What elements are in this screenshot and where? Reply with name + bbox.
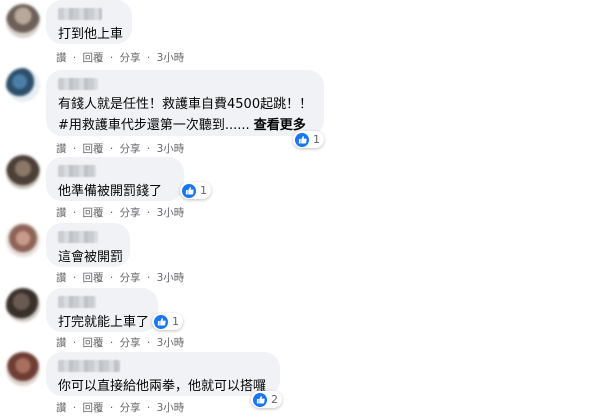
comment-actions: 讚 · 回覆 · 分享 · 3小時 bbox=[56, 335, 187, 350]
timestamp[interactable]: 3小時 bbox=[157, 272, 185, 284]
comment-text: 他準備被開罰錢了 bbox=[58, 184, 163, 199]
comment-text: 這會被開罰 bbox=[58, 250, 124, 265]
share-button[interactable]: 分享 bbox=[120, 52, 141, 64]
share-button[interactable]: 分享 bbox=[120, 207, 141, 219]
timestamp[interactable]: 3小時 bbox=[157, 143, 185, 155]
avatar[interactable] bbox=[6, 223, 40, 257]
separator: · bbox=[146, 402, 151, 414]
comment-text: 打完就能上車了 bbox=[58, 315, 150, 330]
comment-actions: 讚 · 回覆 · 分享 · 3小時 bbox=[56, 141, 187, 156]
like-button[interactable]: 讚 bbox=[56, 207, 67, 219]
comment-bubble: 這會被開罰 bbox=[46, 223, 130, 267]
like-button[interactable]: 讚 bbox=[56, 143, 67, 155]
commenter-name[interactable] bbox=[58, 360, 120, 372]
commenter-name[interactable] bbox=[58, 231, 98, 243]
separator: · bbox=[72, 272, 77, 284]
comment-bubble: 他準備被開罰錢了 bbox=[46, 157, 184, 201]
commenter-name[interactable] bbox=[58, 296, 96, 308]
reply-button[interactable]: 回覆 bbox=[83, 272, 104, 284]
comment-text: 打到他上車 bbox=[58, 27, 124, 42]
comment-text-line2: #用救護車代步還第一次聽到...... 查看更多 bbox=[58, 116, 312, 135]
separator: · bbox=[109, 143, 114, 155]
separator: · bbox=[109, 272, 114, 284]
reaction-count[interactable]: 1 bbox=[152, 313, 183, 330]
avatar[interactable] bbox=[6, 288, 40, 322]
reply-button[interactable]: 回覆 bbox=[83, 337, 104, 349]
comment-actions: 讚 · 回覆 · 分享 · 3小時 bbox=[56, 270, 187, 285]
share-button[interactable]: 分享 bbox=[120, 143, 141, 155]
like-button[interactable]: 讚 bbox=[56, 402, 67, 414]
avatar[interactable] bbox=[6, 352, 40, 386]
comment-actions: 讚 · 回覆 · 分享 · 3小時 bbox=[56, 205, 187, 220]
separator: · bbox=[109, 337, 114, 349]
like-icon bbox=[154, 314, 168, 329]
comment-bubble: 你可以直接給他兩拳，他就可以搭囉 bbox=[46, 352, 280, 396]
comment-bubble: 有錢人就是任性！救護車自費4500起跳！！ #用救護車代步還第一次聽到.....… bbox=[46, 70, 324, 136]
avatar[interactable] bbox=[6, 68, 40, 102]
separator: · bbox=[109, 207, 114, 219]
reply-button[interactable]: 回覆 bbox=[83, 402, 104, 414]
like-icon bbox=[295, 132, 309, 147]
like-icon bbox=[182, 183, 196, 198]
reaction-count[interactable]: 2 bbox=[251, 391, 282, 408]
reaction-count[interactable]: 1 bbox=[293, 131, 324, 148]
like-button[interactable]: 讚 bbox=[56, 337, 67, 349]
separator: · bbox=[72, 52, 77, 64]
commenter-name[interactable] bbox=[58, 8, 102, 20]
separator: · bbox=[146, 272, 151, 284]
share-button[interactable]: 分享 bbox=[120, 272, 141, 284]
reaction-count[interactable]: 1 bbox=[180, 182, 211, 199]
reply-button[interactable]: 回覆 bbox=[83, 207, 104, 219]
reaction-number: 1 bbox=[200, 184, 207, 197]
reply-button[interactable]: 回覆 bbox=[83, 143, 104, 155]
timestamp[interactable]: 3小時 bbox=[157, 337, 185, 349]
separator: · bbox=[72, 207, 77, 219]
like-button[interactable]: 讚 bbox=[56, 52, 67, 64]
timestamp[interactable]: 3小時 bbox=[157, 52, 185, 64]
separator: · bbox=[146, 143, 151, 155]
commenter-name[interactable] bbox=[58, 78, 98, 90]
avatar[interactable] bbox=[6, 4, 40, 38]
reply-button[interactable]: 回覆 bbox=[83, 52, 104, 64]
comment-text: 有錢人就是任性！救護車自費4500起跳！！ bbox=[58, 97, 313, 112]
separator: · bbox=[72, 402, 77, 414]
share-button[interactable]: 分享 bbox=[120, 337, 141, 349]
like-button[interactable]: 讚 bbox=[56, 272, 67, 284]
comment-actions: 讚 · 回覆 · 分享 · 3小時 bbox=[56, 50, 187, 65]
separator: · bbox=[146, 337, 151, 349]
comment-actions: 讚 · 回覆 · 分享 · 3小時 bbox=[56, 400, 187, 415]
separator: · bbox=[146, 52, 151, 64]
reaction-number: 1 bbox=[172, 315, 179, 328]
timestamp[interactable]: 3小時 bbox=[157, 207, 185, 219]
separator: · bbox=[109, 402, 114, 414]
comment-bubble: 打到他上車 bbox=[46, 0, 132, 44]
share-button[interactable]: 分享 bbox=[120, 402, 141, 414]
separator: · bbox=[72, 337, 77, 349]
commenter-name[interactable] bbox=[58, 165, 96, 177]
hashtag-text[interactable]: #用救護車代步還第一次聽到...... bbox=[58, 118, 250, 133]
separator: · bbox=[146, 207, 151, 219]
comment-text: 你可以直接給他兩拳，他就可以搭囉 bbox=[58, 379, 267, 394]
separator: · bbox=[72, 143, 77, 155]
comment-bubble: 打完就能上車了 bbox=[46, 288, 158, 332]
like-icon bbox=[253, 392, 267, 407]
reaction-number: 1 bbox=[313, 133, 320, 146]
timestamp[interactable]: 3小時 bbox=[157, 402, 185, 414]
reaction-number: 2 bbox=[271, 393, 278, 406]
separator: · bbox=[109, 52, 114, 64]
avatar[interactable] bbox=[6, 155, 40, 189]
